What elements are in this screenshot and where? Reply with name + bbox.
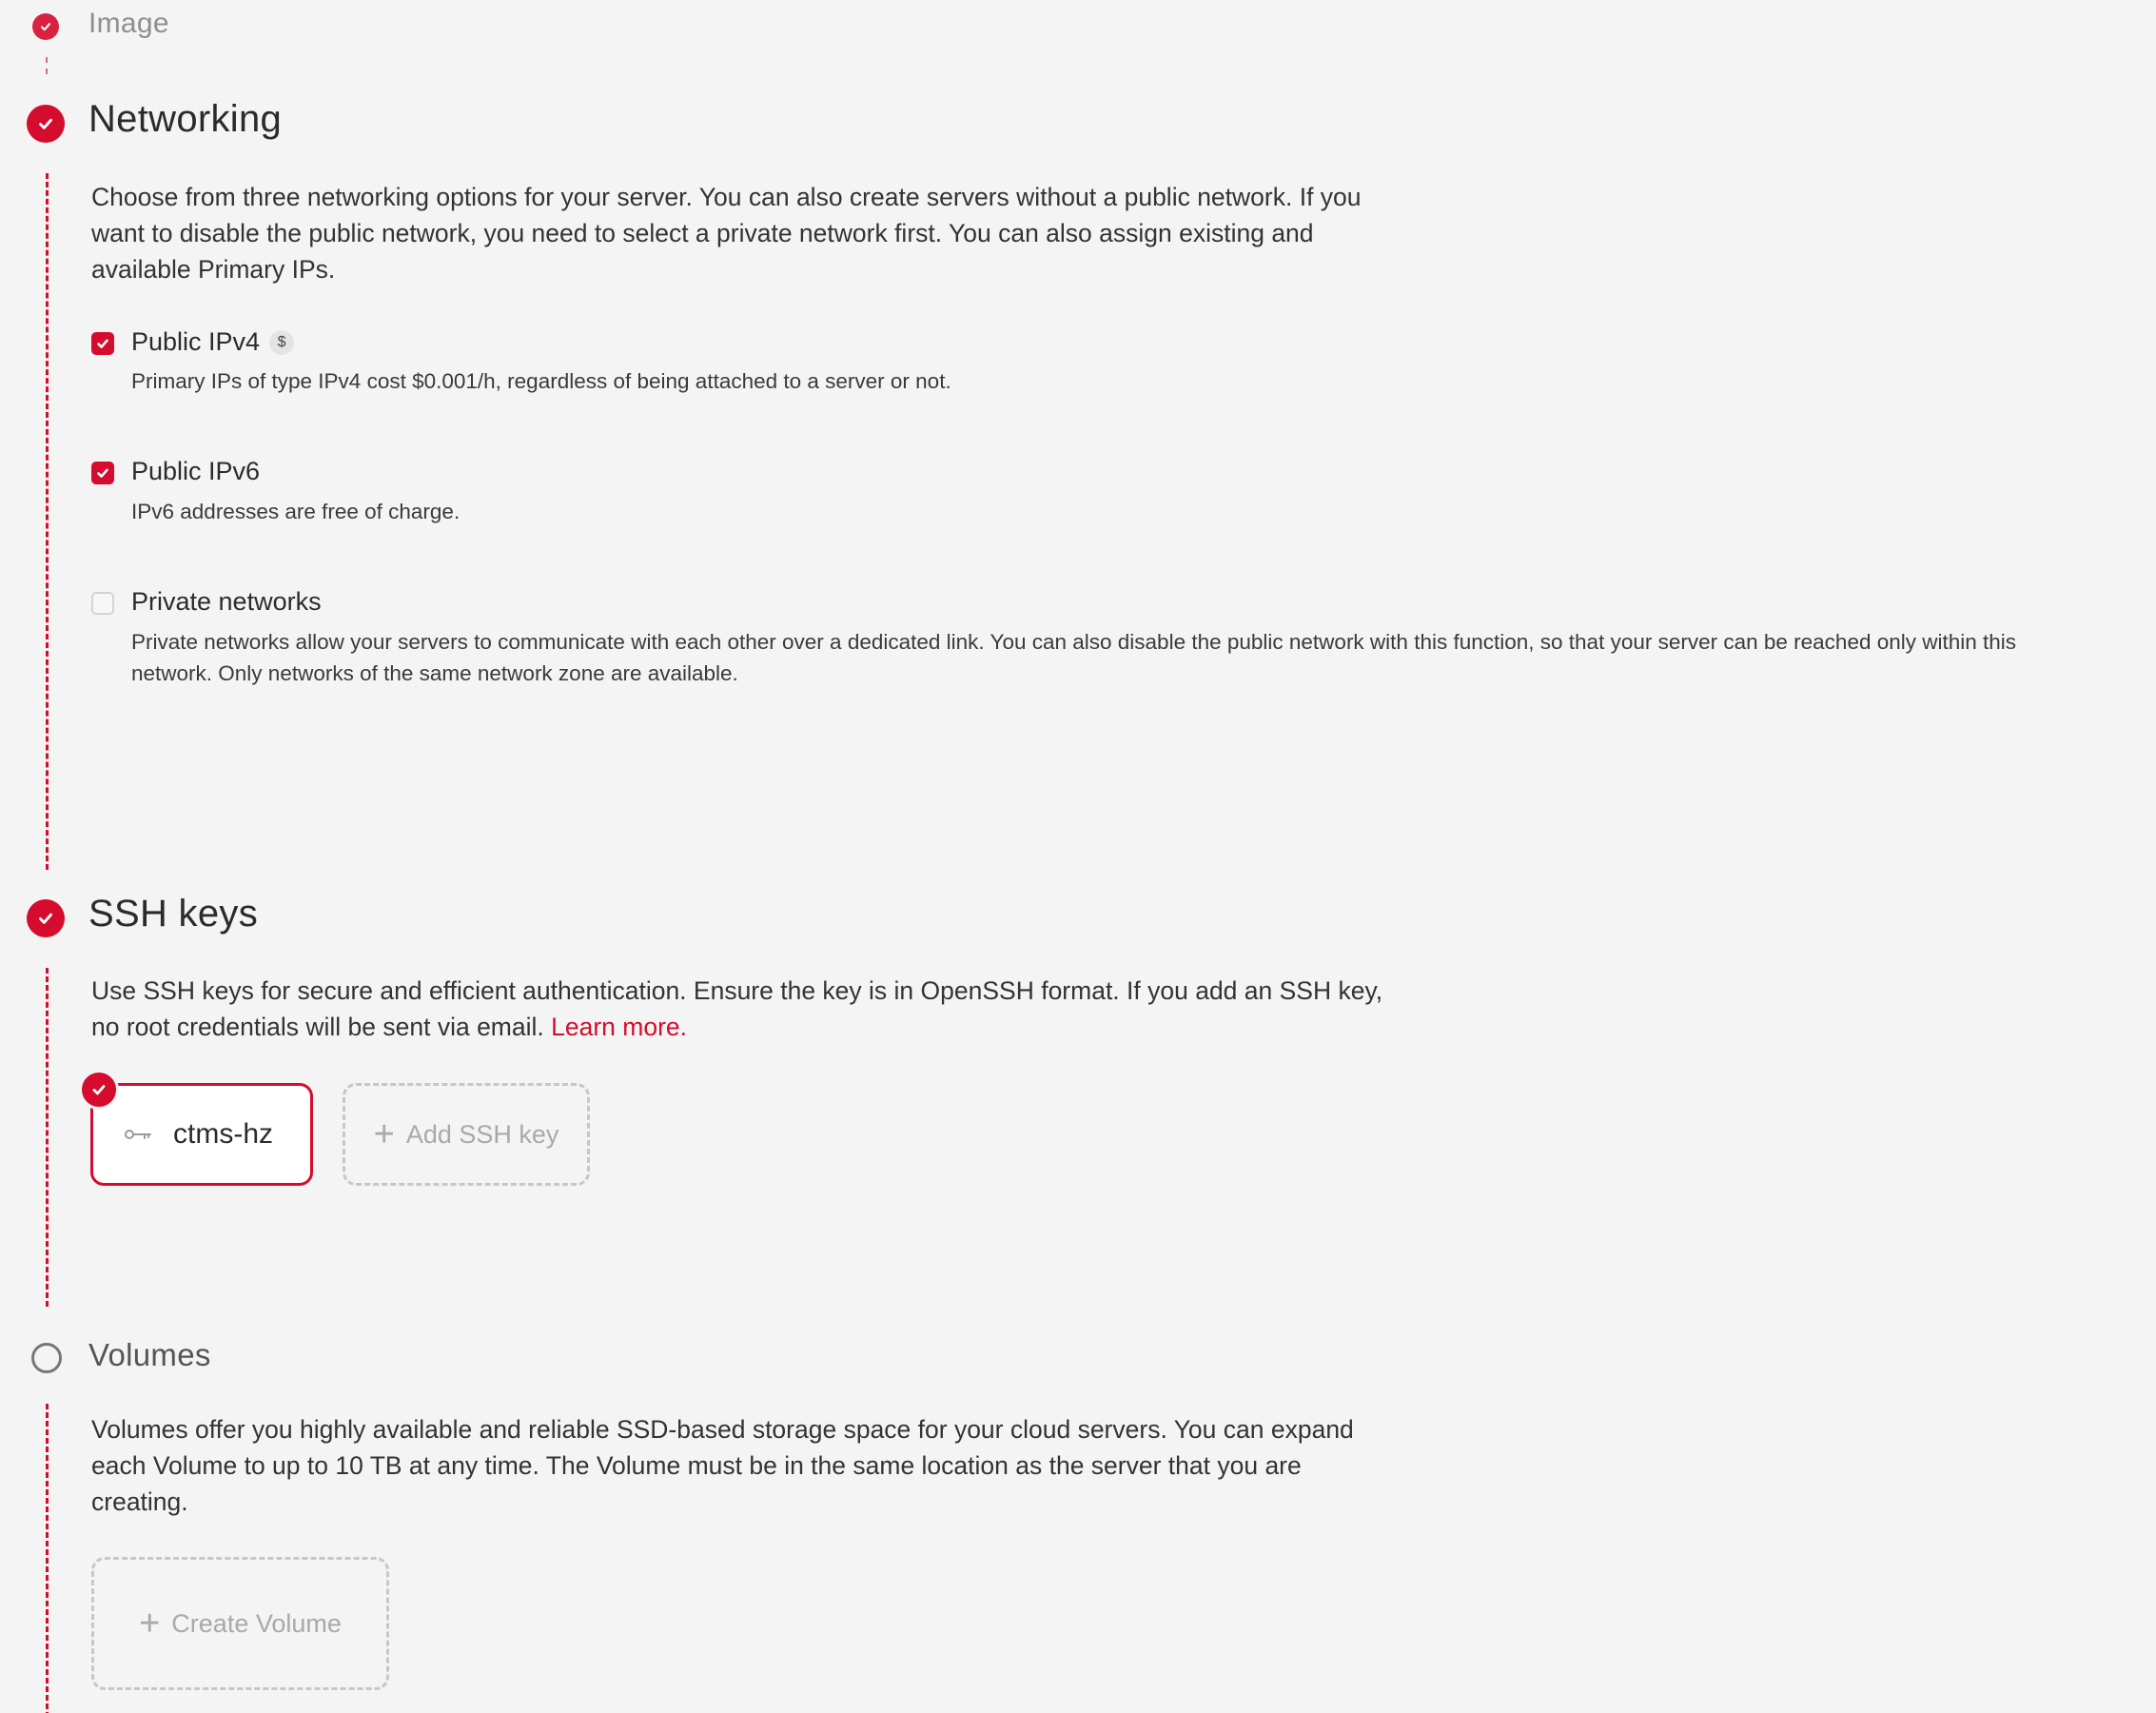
public-ipv4-label[interactable]: Public IPv4 $ [131, 327, 295, 357]
server-create-steps: Image Networking Choose from three netwo… [0, 0, 2156, 1713]
ssh-key-card[interactable]: ctms-hz [90, 1083, 313, 1186]
public-ipv6-checkbox[interactable] [91, 462, 114, 484]
private-networks-help: Private networks allow your servers to c… [131, 630, 2017, 685]
public-ipv4-label-text: Public IPv4 [131, 327, 261, 356]
ssh-step-connector [46, 968, 49, 1307]
add-ssh-key-button[interactable]: + Add SSH key [343, 1083, 590, 1186]
image-step-connector [46, 57, 48, 74]
plus-icon: + [139, 1604, 161, 1644]
networking-description: Choose from three networking options for… [91, 183, 1362, 284]
networking-step-connector [46, 173, 49, 870]
key-icon [125, 1130, 151, 1139]
private-networks-checkbox[interactable] [91, 592, 114, 615]
create-volume-label: Create Volume [171, 1608, 342, 1638]
public-ipv4-checkbox[interactable] [91, 332, 114, 355]
public-ipv6-help: IPv6 addresses are free of charge. [131, 500, 461, 523]
public-ipv4-help: Primary IPs of type IPv4 cost $0.001/h, … [131, 369, 951, 393]
create-volume-button[interactable]: + Create Volume [91, 1557, 389, 1690]
volumes-step-connector [46, 1404, 49, 1713]
add-ssh-key-label: Add SSH key [405, 1119, 559, 1149]
ssh-description: Use SSH keys for secure and efficient au… [91, 973, 1404, 1045]
image-step-check-icon [32, 13, 59, 40]
private-networks-label-text: Private networks [131, 587, 322, 616]
volumes-step-title[interactable]: Volumes [88, 1337, 211, 1373]
public-ipv6-label[interactable]: Public IPv6 [131, 457, 260, 486]
networking-step-title[interactable]: Networking [88, 98, 282, 141]
ssh-step-title[interactable]: SSH keys [88, 893, 258, 935]
ssh-key-name: ctms-hz [173, 1118, 273, 1150]
ssh-description-text: Use SSH keys for secure and efficient au… [91, 976, 1383, 1041]
learn-more-link[interactable]: Learn more. [551, 1013, 687, 1041]
price-badge-icon: $ [269, 329, 295, 355]
ssh-key-selected-check-icon [79, 1070, 119, 1110]
networking-step-check-icon [27, 105, 65, 143]
public-ipv6-label-text: Public IPv6 [131, 457, 261, 485]
image-step-title[interactable]: Image [88, 8, 169, 40]
private-networks-label[interactable]: Private networks [131, 587, 322, 617]
volumes-step-empty-circle-icon [31, 1343, 62, 1373]
plus-icon: + [373, 1114, 395, 1154]
volumes-description: Volumes offer you highly available and r… [91, 1415, 1354, 1516]
ssh-step-check-icon [27, 899, 65, 937]
